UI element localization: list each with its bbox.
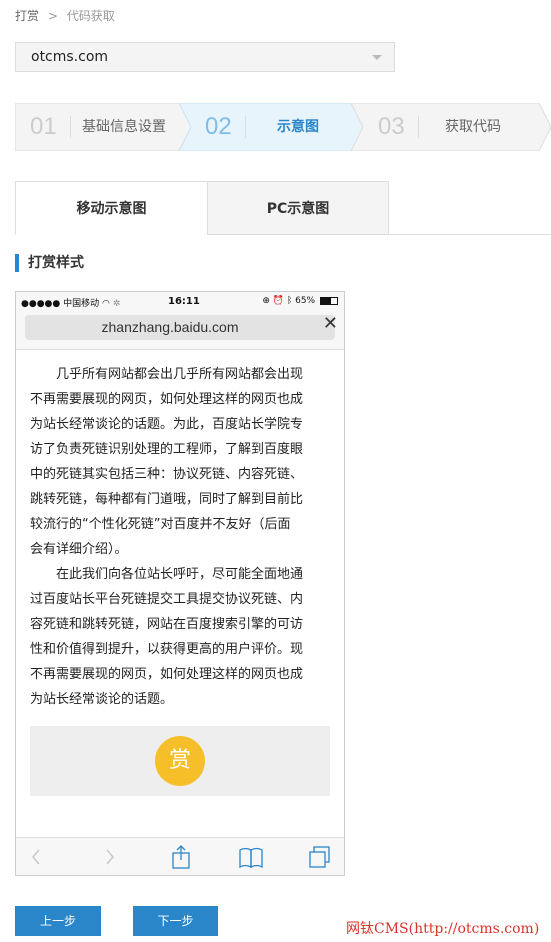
step-2-number: 02 bbox=[205, 113, 232, 140]
breadcrumb: 打赏 > 代码获取 bbox=[15, 7, 115, 24]
url-field[interactable]: zhanzhang.baidu.com bbox=[25, 315, 335, 340]
status-right: ⊕ ⏰ ᛒ 65% bbox=[262, 296, 338, 306]
article-line: 性和价值得到提升，以获得更高的用户评价。现 bbox=[30, 642, 304, 657]
article-line: 较流行的“个性化死链”对百度并不友好（后面 bbox=[30, 517, 291, 532]
browser-address-bar: zhanzhang.baidu.com ✕ bbox=[16, 312, 344, 350]
prev-step-button[interactable]: 上一步 bbox=[15, 906, 101, 936]
step-2-label: 示意图 bbox=[277, 119, 319, 135]
bookmarks-icon[interactable] bbox=[238, 844, 264, 870]
bluetooth-icon: ᛒ bbox=[286, 296, 293, 306]
breadcrumb-separator: > bbox=[47, 9, 58, 23]
next-step-button[interactable]: 下一步 bbox=[133, 906, 218, 936]
article-line: 在此我们向各位站长呼吁，尽可能全面地通 bbox=[56, 567, 304, 582]
breadcrumb-current: 代码获取 bbox=[66, 9, 115, 23]
article-paragraph: 在此我们向各位站长呼吁，尽可能全面地通过百度站长平台死链提交工具提交协议死链、内… bbox=[30, 562, 330, 712]
battery-icon bbox=[320, 296, 338, 305]
step-progress: 01 基础信息设置 02 示意图 03 获取代码 bbox=[15, 103, 551, 151]
article-line: 中的死链其实包括三种：协议死链、内容死链、 bbox=[30, 467, 304, 482]
article-content: 几乎所有网站都会出几乎所有网站都会出现不再需要展现的网页，如何处理这样的网页也成… bbox=[30, 362, 330, 712]
tab-pc-preview[interactable]: PC示意图 bbox=[207, 181, 389, 235]
step-3-number: 03 bbox=[378, 113, 405, 140]
reward-area: 赏 bbox=[30, 726, 330, 796]
article-line: 为站长经常谈论的话题。 bbox=[30, 692, 174, 707]
article-line: 不再需要展现的网页，如何处理这样的网页也成 bbox=[30, 667, 304, 682]
article-line: 为站长经常谈论的话题。为此，百度站长学院专 bbox=[30, 417, 304, 432]
article-line: 会有详细介绍）。 bbox=[30, 542, 128, 557]
tab-mobile-preview[interactable]: 移动示意图 bbox=[15, 181, 208, 235]
phone-preview: ●●●●● 中国移动 ◠ ✲ 16:11 ⊕ ⏰ ᛒ 65% zhanzhang… bbox=[15, 291, 345, 876]
battery-percent: 65% bbox=[295, 296, 316, 306]
step-1-number: 01 bbox=[30, 113, 57, 140]
loading-icon: ✲ bbox=[112, 299, 121, 309]
article-line: 跳转死链，每种都有门道哦，同时了解到目前比 bbox=[30, 492, 304, 507]
back-icon[interactable] bbox=[28, 844, 44, 870]
article-line: 容死链和跳转死链，网站在百度搜索引擎的可访 bbox=[30, 617, 304, 632]
preview-tabs: 移动示意图 PC示意图 bbox=[15, 181, 551, 235]
status-time: 16:11 bbox=[168, 296, 200, 307]
rotation-lock-icon: ⊕ bbox=[262, 296, 270, 306]
browser-toolbar bbox=[16, 837, 344, 875]
step-divider bbox=[70, 116, 71, 138]
tabs-icon[interactable] bbox=[308, 844, 332, 870]
step-1-label: 基础信息设置 bbox=[82, 119, 166, 135]
article-line: 几乎所有网站都会出几乎所有网站都会出现 bbox=[56, 367, 304, 382]
status-carrier: ●●●●● 中国移动 ◠ ✲ bbox=[21, 299, 121, 309]
close-icon[interactable]: ✕ bbox=[323, 314, 338, 334]
wifi-icon: ◠ bbox=[102, 299, 110, 309]
site-select[interactable]: otcms.com bbox=[15, 42, 395, 72]
article-paragraph: 几乎所有网站都会出几乎所有网站都会出现不再需要展现的网页，如何处理这样的网页也成… bbox=[30, 362, 330, 562]
forward-icon[interactable] bbox=[102, 844, 118, 870]
article-line: 过百度站长平台死链提交工具提交协议死链、内 bbox=[30, 592, 304, 607]
status-bar: ●●●●● 中国移动 ◠ ✲ 16:11 ⊕ ⏰ ᛒ 65% bbox=[16, 292, 344, 312]
chevron-down-icon bbox=[372, 55, 382, 60]
site-select-value: otcms.com bbox=[31, 49, 109, 65]
alarm-icon: ⏰ bbox=[272, 296, 284, 306]
step-divider bbox=[418, 116, 419, 138]
reward-button[interactable]: 赏 bbox=[155, 736, 205, 786]
article-line: 不再需要展现的网页，如何处理这样的网页也成 bbox=[30, 392, 304, 407]
watermark: 网钛CMS(http://otcms.com) bbox=[346, 921, 540, 937]
share-icon[interactable] bbox=[170, 844, 192, 870]
breadcrumb-root-link[interactable]: 打赏 bbox=[15, 9, 39, 23]
step-3-label: 获取代码 bbox=[445, 119, 501, 135]
step-divider bbox=[245, 116, 246, 138]
section-title: 打赏样式 bbox=[15, 254, 84, 272]
article-line: 访了负责死链识别处理的工程师，了解到百度眼 bbox=[30, 442, 304, 457]
